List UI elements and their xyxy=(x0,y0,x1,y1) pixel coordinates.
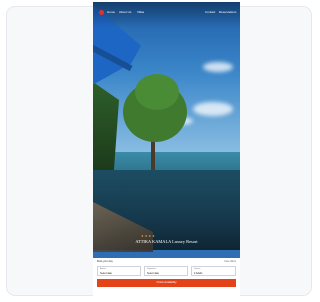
rating-stars: ★★★★ xyxy=(141,234,156,238)
nav-link-about[interactable]: About Us xyxy=(119,10,131,14)
arrival-field[interactable]: Arrival Select date xyxy=(97,266,141,276)
booking-bar: Book your stay View offers Arrival Selec… xyxy=(93,258,240,300)
departure-field-value: Select date xyxy=(147,272,159,275)
cloud xyxy=(193,102,233,116)
nav-link-reservations[interactable]: Reservations xyxy=(219,10,237,14)
booking-offers-link[interactable]: View offers xyxy=(224,260,236,263)
arrival-field-value: Select date xyxy=(100,272,112,275)
check-availability-button[interactable]: Check Availability xyxy=(97,279,236,287)
nav-link-contact[interactable]: Contact xyxy=(205,10,215,14)
departure-field-label: Departure xyxy=(147,268,156,270)
brand-logo-icon[interactable] xyxy=(99,10,104,15)
nav-link-home[interactable]: Home xyxy=(107,10,115,14)
guests-field[interactable]: Guests 2 Adults xyxy=(191,266,236,276)
nav-link-villas[interactable]: Villas xyxy=(137,10,144,14)
guests-field-label: Guests xyxy=(194,268,201,270)
arrival-field-label: Arrival xyxy=(100,268,106,270)
top-navigation: Home About Us Villas Contact Reservation… xyxy=(93,2,240,28)
cloud xyxy=(203,62,233,72)
website-screenshot: Home About Us Villas Contact Reservation… xyxy=(93,2,240,300)
hero-title: ATTIKA KAMALA Luxury Resort xyxy=(135,239,198,244)
guests-field-value: 2 Adults xyxy=(194,272,203,275)
departure-field[interactable]: Departure Select date xyxy=(144,266,188,276)
booking-label: Book your stay xyxy=(97,260,113,263)
tree-crown xyxy=(135,74,179,110)
